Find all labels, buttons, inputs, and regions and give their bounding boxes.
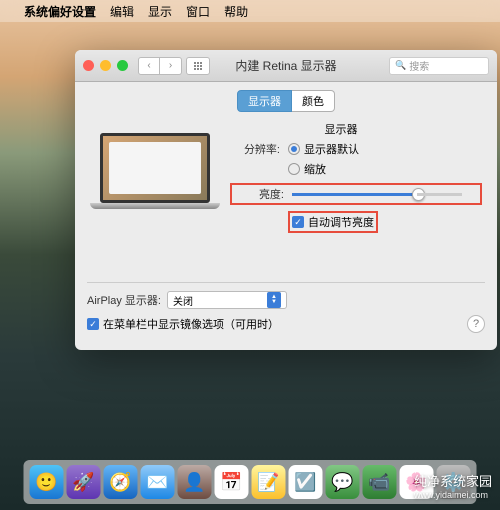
brightness-label: 亮度: bbox=[234, 186, 284, 202]
mirror-checkbox[interactable]: ✓ bbox=[87, 318, 99, 330]
menu-help[interactable]: 帮助 bbox=[224, 3, 248, 20]
tabs: 显示器 颜色 bbox=[75, 82, 497, 116]
titlebar: ‹ › 内建 Retina 显示器 搜索 bbox=[75, 50, 497, 82]
radio-default-label: 显示器默认 bbox=[304, 141, 359, 157]
forward-button[interactable]: › bbox=[160, 57, 182, 75]
tab-display[interactable]: 显示器 bbox=[237, 90, 292, 112]
auto-brightness-checkbox[interactable]: ✓ bbox=[292, 216, 304, 228]
auto-brightness-highlight: ✓ 自动调节亮度 bbox=[288, 211, 378, 233]
chevron-updown-icon: ▲▼ bbox=[267, 292, 281, 308]
preferences-window: ‹ › 内建 Retina 显示器 搜索 显示器 颜色 显示器 分辨率: 显示器… bbox=[75, 50, 497, 350]
display-thumbnail bbox=[90, 133, 220, 223]
dock-launchpad[interactable]: 🚀 bbox=[67, 465, 101, 499]
dock-messages[interactable]: 💬 bbox=[326, 465, 360, 499]
menubar: 系统偏好设置 编辑 显示 窗口 帮助 bbox=[0, 0, 500, 22]
dock-finder[interactable]: 🙂 bbox=[30, 465, 64, 499]
minimize-button[interactable] bbox=[100, 60, 111, 71]
menu-edit[interactable]: 编辑 bbox=[110, 3, 134, 20]
app-name[interactable]: 系统偏好设置 bbox=[24, 3, 96, 20]
airplay-select[interactable]: 关闭 ▲▼ bbox=[167, 291, 287, 309]
menu-view[interactable]: 显示 bbox=[148, 3, 172, 20]
show-all-button[interactable] bbox=[186, 57, 210, 75]
auto-brightness-label: 自动调节亮度 bbox=[308, 214, 374, 230]
brightness-slider[interactable] bbox=[292, 193, 462, 196]
dock-mail[interactable]: ✉️ bbox=[141, 465, 175, 499]
watermark: 纯净系统家园 www.yidaimei.com bbox=[414, 471, 492, 500]
search-input[interactable]: 搜索 bbox=[389, 57, 489, 75]
dock-calendar[interactable]: 📅 bbox=[215, 465, 249, 499]
dock-reminders[interactable]: ☑️ bbox=[289, 465, 323, 499]
radio-scaled-label: 缩放 bbox=[304, 161, 326, 177]
back-button[interactable]: ‹ bbox=[138, 57, 160, 75]
radio-scaled[interactable] bbox=[288, 163, 300, 175]
slider-knob[interactable] bbox=[412, 188, 425, 201]
close-button[interactable] bbox=[83, 60, 94, 71]
help-button[interactable]: ? bbox=[467, 315, 485, 333]
resolution-label: 分辨率: bbox=[230, 141, 280, 157]
tab-color[interactable]: 颜色 bbox=[292, 90, 335, 112]
window-title: 内建 Retina 显示器 bbox=[235, 57, 336, 74]
menu-window[interactable]: 窗口 bbox=[186, 3, 210, 20]
radio-default[interactable] bbox=[288, 143, 300, 155]
dock-contacts[interactable]: 👤 bbox=[178, 465, 212, 499]
section-label: 显示器 bbox=[325, 121, 358, 137]
dock-safari[interactable]: 🧭 bbox=[104, 465, 138, 499]
dock-facetime[interactable]: 📹 bbox=[363, 465, 397, 499]
zoom-button[interactable] bbox=[117, 60, 128, 71]
airplay-label: AirPlay 显示器: bbox=[87, 292, 161, 308]
dock: 🙂🚀🧭✉️👤📅📝☑️💬📹🌸⚙️ bbox=[24, 460, 477, 504]
brightness-row-highlight: 亮度: bbox=[230, 183, 482, 205]
dock-notes[interactable]: 📝 bbox=[252, 465, 286, 499]
mirror-label: 在菜单栏中显示镜像选项（可用时） bbox=[103, 316, 279, 332]
